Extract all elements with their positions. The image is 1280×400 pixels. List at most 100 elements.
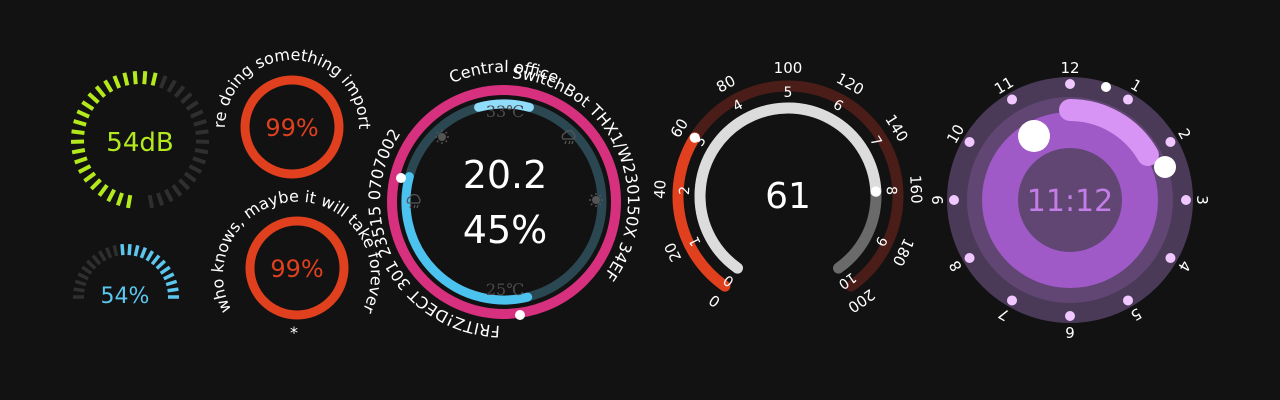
sound-level-tick (115, 192, 124, 206)
sound-level-tick (73, 119, 87, 127)
sound-level-tick (192, 156, 206, 165)
sound-level-tick (87, 92, 100, 104)
clock-gauge: 121234567891011 11:12 (929, 59, 1211, 341)
speedometer-outer-label: 20 (661, 240, 686, 265)
sound-level-tick (180, 92, 193, 104)
percent-gauge-tick (73, 287, 85, 293)
speedometer-outer-knob[interactable] (689, 132, 700, 143)
sound-level-tick (178, 178, 191, 191)
clock-hour-dot (964, 253, 975, 263)
progress-ring-bottom-value: 99% (270, 255, 323, 283)
sound-level-tick (89, 178, 102, 191)
thermostat-knob-bottom[interactable] (515, 310, 525, 320)
sound-level-tick (81, 100, 95, 111)
clock-dot-small[interactable] (1101, 82, 1111, 92)
percent-gauge-tick (165, 279, 178, 287)
sound-level-tick (77, 164, 92, 174)
progress-ring-bottom-caption: who knows, maybe it will take forever (208, 187, 386, 317)
percent-gauge-tick (77, 272, 89, 281)
sound-level-tick (156, 192, 165, 206)
thermostat-temperature: 20.2 (463, 153, 548, 197)
clock-hour-dot (1065, 79, 1075, 89)
clock-hour-dot (1181, 195, 1191, 205)
thermostat-bottom-limit: 25℃ (486, 280, 524, 299)
speedometer-value: 61 (765, 176, 811, 217)
percent-gauge-tick (105, 247, 113, 259)
speedometer-outer-label: 100 (774, 59, 803, 77)
sound-level-tick (126, 194, 133, 209)
speedometer-outer-label: 40 (651, 179, 670, 199)
sound-level-tick (194, 148, 209, 155)
sound-level-tick (150, 72, 158, 86)
sound-level-tick (112, 75, 122, 89)
gauge-dashboard: 54dB 54% 99% we're doing something impor… (0, 0, 1211, 342)
progress-ring-top-caption: we're doing something important (0, 0, 374, 129)
sun-icon (435, 130, 449, 144)
sound-level-tick (71, 129, 85, 135)
speedometer-outer-label: 160 (906, 175, 925, 205)
sound-level-tick (147, 194, 154, 209)
sound-level-tick (122, 72, 130, 86)
percent-gauge-tick (74, 279, 87, 287)
sound-level-tick (195, 129, 209, 135)
speedometer-inner-label: 8 (883, 186, 899, 196)
sound-level-tick (171, 184, 183, 197)
clock-dot-medium[interactable] (1154, 156, 1176, 178)
sound-level-tick (185, 100, 199, 111)
sound-level-tick (74, 156, 88, 165)
sound-level-tick (132, 71, 138, 85)
speedometer-inner-label: 2 (677, 186, 693, 196)
progress-ring-bottom: 99% who knows, maybe it will take foreve… (208, 187, 386, 342)
sound-level-value: 54dB (106, 128, 173, 158)
clock-dot-large[interactable] (1018, 120, 1050, 152)
sound-level-tick (166, 79, 177, 93)
speedometer-gauge: 020406080100120140160180200 012345678910… (651, 59, 926, 316)
sound-level-tick (103, 79, 114, 93)
clock-hour-dot (1123, 94, 1133, 105)
sound-level-tick (94, 85, 107, 98)
sound-level-tick (190, 109, 204, 119)
clock-hour-dot (949, 195, 959, 205)
speedometer-outer-label: 80 (713, 72, 738, 97)
sound-level-tick (158, 75, 168, 89)
percent-gauge-tick (127, 244, 132, 256)
percent-gauge-tick (91, 254, 102, 266)
sound-level-tick (188, 164, 203, 174)
percent-gauge-tick (139, 247, 147, 259)
sound-level-tick (106, 188, 116, 203)
percent-gauge-tick (159, 265, 171, 275)
sound-level-tick (164, 188, 174, 203)
percent-gauge-tick (167, 287, 179, 293)
percent-gauge-tick (155, 259, 167, 270)
percent-gauge-tick (133, 244, 140, 257)
clock-hour-dot (1065, 311, 1075, 321)
clock-hour-label: 12 (1060, 59, 1079, 77)
sound-level-tick (97, 184, 109, 197)
clock-hour-dot (964, 137, 975, 147)
percent-gauge-tick (112, 244, 119, 257)
clock-hour-dot (1007, 295, 1017, 306)
clock-hour-label: 9 (929, 195, 947, 205)
thermostat-top-limit: 33℃ (486, 102, 524, 121)
percent-gauge-tick (145, 250, 155, 262)
sound-level-tick (183, 171, 197, 183)
progress-ring-top-value: 99% (265, 114, 318, 142)
sound-level-tick (193, 119, 207, 127)
speedometer-inner-label: 5 (784, 85, 793, 101)
progress-ring-top: 99% we're doing something important (0, 0, 374, 179)
sound-level-tick (83, 171, 97, 183)
thermostat-gauge: 33℃ 25℃ 20.2 45% Central office SwitchBo… (365, 57, 643, 341)
percent-gauge-tick (150, 254, 161, 266)
thermostat-humidity: 45% (463, 208, 547, 252)
sound-level-tick (71, 148, 86, 155)
thermostat-knob-left[interactable] (396, 173, 406, 183)
speedometer-inner-knob[interactable] (870, 186, 881, 197)
percent-gauge-tick (81, 265, 93, 275)
sound-level-tick (76, 109, 90, 119)
clock-hour-dot (1123, 295, 1133, 306)
clock-hour-label: 6 (1065, 323, 1075, 341)
percent-gauge-tick (120, 244, 125, 256)
percent-gauge-value: 54% (101, 284, 150, 309)
clock-hour-dot (1165, 137, 1176, 147)
progress-ring-bottom-footnote: * (290, 323, 298, 342)
